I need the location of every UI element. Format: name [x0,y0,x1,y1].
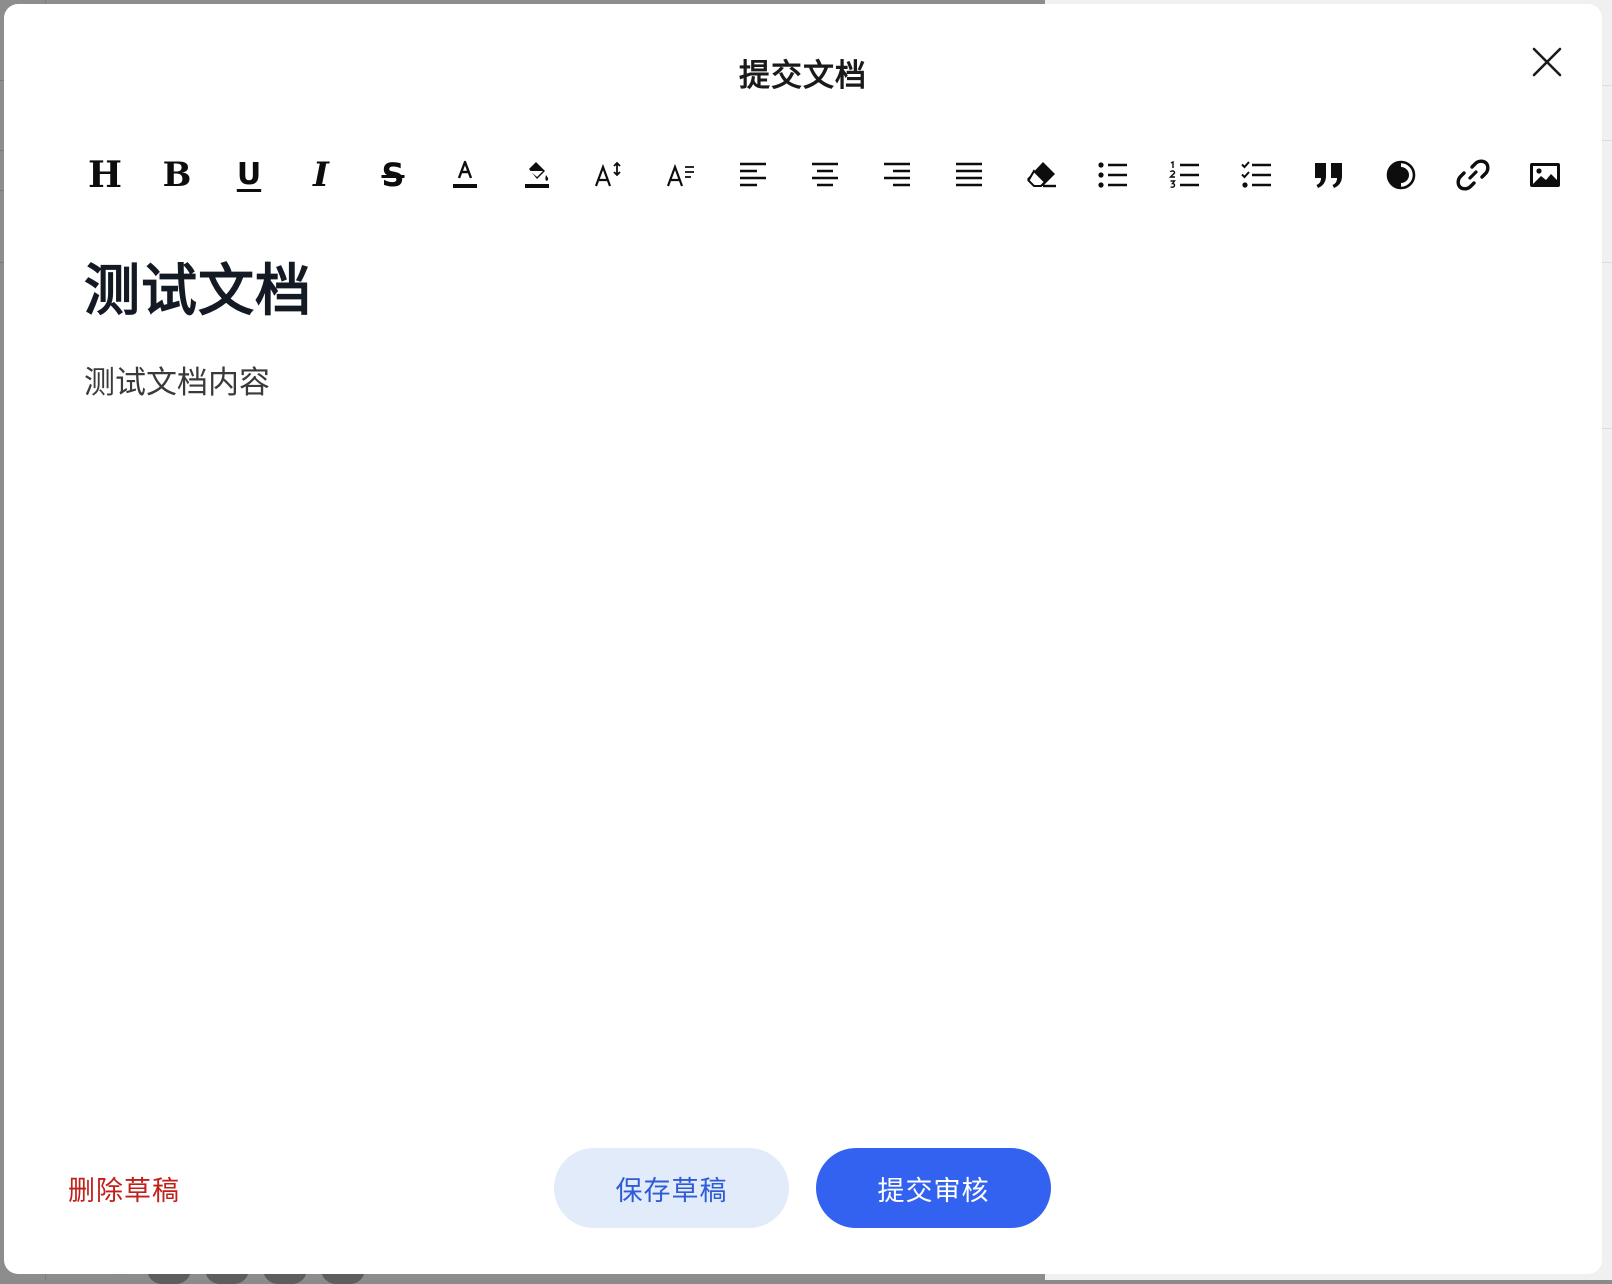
align-right-icon [884,162,910,187]
toolbar-contrast-button[interactable] [1365,149,1437,201]
toolbar-bullet-list-button[interactable] [1077,149,1149,201]
image-icon [1530,163,1560,187]
delete-draft-button[interactable]: 删除草稿 [68,1169,180,1208]
toolbar-align-right-button[interactable] [861,149,933,201]
align-justify-icon [956,162,982,187]
document-body-text[interactable]: 测试文档内容 [84,357,1534,402]
blockquote-icon [1315,163,1342,188]
document-heading[interactable]: 测试文档 [84,246,1534,327]
toolbar-heading-button[interactable]: H [69,149,141,201]
toolbar-align-justify-button[interactable] [933,149,1005,201]
toolbar-font-size-button[interactable] [573,149,645,201]
close-icon [1532,47,1562,77]
submit-document-modal: 提交文档 H B U I S 测试文档 测试文档内容 删除草稿 保存草稿 提交审… [4,4,1602,1274]
toolbar-line-height-button[interactable] [645,149,717,201]
toolbar-align-center-button[interactable] [789,149,861,201]
bullet-list-icon [1098,162,1127,188]
toolbar-numbered-list-button[interactable] [1149,149,1221,201]
strikethrough-icon: S [381,156,405,194]
link-icon [1456,159,1490,191]
eraser-icon [1027,162,1056,188]
toolbar-bold-button[interactable]: B [141,149,213,201]
font-color-icon [453,160,477,188]
toolbar-italic-button[interactable]: I [285,149,357,201]
toolbar-strikethrough-button[interactable]: S [357,149,429,201]
close-button[interactable] [1529,44,1565,80]
underline-icon: U [236,157,262,192]
font-size-icon [594,161,621,187]
toolbar-image-button[interactable] [1509,149,1581,201]
save-draft-button[interactable]: 保存草稿 [554,1148,789,1228]
highlight-color-icon [525,162,549,188]
modal-title: 提交文档 [739,58,867,94]
toolbar-align-left-button[interactable] [717,149,789,201]
document-editor[interactable]: 测试文档 测试文档内容 [84,234,1534,1084]
line-height-icon [666,163,694,187]
submit-review-button[interactable]: 提交审核 [816,1148,1051,1228]
heading-icon: H [87,154,122,196]
bold-icon: B [162,155,192,195]
align-center-icon [812,162,838,187]
toolbar-blockquote-button[interactable] [1293,149,1365,201]
toolbar-underline-button[interactable]: U [213,149,285,201]
toolbar-font-color-button[interactable] [429,149,501,201]
editor-toolbar: H B U I S [69,149,1581,201]
contrast-icon [1386,160,1416,190]
align-left-icon [740,162,766,187]
toolbar-link-button[interactable] [1437,149,1509,201]
toolbar-highlight-button[interactable] [501,149,573,201]
toolbar-task-list-button[interactable] [1221,149,1293,201]
toolbar-clear-format-button[interactable] [1005,149,1077,201]
numbered-list-icon [1168,160,1199,188]
italic-icon: I [313,155,329,195]
task-list-icon [1241,161,1271,188]
